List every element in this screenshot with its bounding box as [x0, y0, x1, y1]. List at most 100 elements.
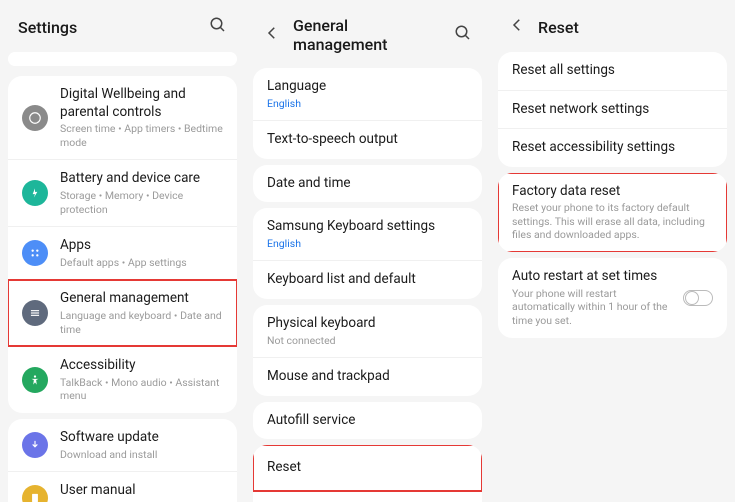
- item-title: Battery and device care: [60, 170, 223, 188]
- page-title: General management: [293, 16, 444, 54]
- item-mouse-trackpad[interactable]: Mouse and trackpad: [253, 358, 482, 396]
- item-title: Reset accessibility settings: [512, 139, 713, 157]
- item-date-time[interactable]: Date and time: [253, 165, 482, 203]
- item-sub: Not connected: [267, 334, 468, 348]
- item-sub: English: [267, 237, 468, 251]
- item-title: Factory data reset: [512, 183, 713, 201]
- panel-header: Settings: [6, 6, 239, 46]
- manual-icon: [22, 485, 48, 502]
- item-reset-accessibility[interactable]: Reset accessibility settings: [498, 129, 727, 167]
- item-title: Auto restart at set times: [512, 268, 671, 286]
- item-title: Keyboard list and default: [267, 271, 468, 289]
- item-sub: Reset your phone to its factory default …: [512, 201, 713, 242]
- item-text: Autofill service: [267, 412, 468, 430]
- item-title: Reset: [267, 459, 468, 477]
- item-text: Physical keyboard Not connected: [267, 315, 468, 347]
- accessibility-icon: [22, 367, 48, 393]
- item-text: Reset network settings: [512, 101, 713, 119]
- apps-icon: [22, 240, 48, 266]
- auto-restart-toggle[interactable]: [683, 290, 713, 306]
- search-placeholder-card: [8, 52, 237, 66]
- item-text: Apps Default apps • App settings: [60, 237, 223, 269]
- panel-header: Reset: [496, 6, 729, 46]
- item-sub: Download and install: [60, 448, 223, 462]
- item-title: Physical keyboard: [267, 315, 468, 333]
- item-sub: TalkBack • Mono audio • Assistant menu: [60, 376, 223, 403]
- item-reset[interactable]: Reset: [253, 445, 482, 492]
- page-title: Reset: [538, 18, 717, 37]
- item-sub: Language and keyboard • Date and time: [60, 309, 223, 336]
- item-title: Language: [267, 78, 468, 96]
- search-icon[interactable]: [454, 24, 472, 46]
- reset-group-autorestart: Auto restart at set times Your phone wil…: [498, 258, 727, 337]
- item-text: Mouse and trackpad: [267, 368, 468, 386]
- gm-group-autofill: Autofill service: [253, 402, 482, 440]
- item-battery[interactable]: Battery and device care Storage • Memory…: [8, 160, 237, 227]
- item-text: Reset accessibility settings: [512, 139, 713, 157]
- general-icon: [22, 300, 48, 326]
- wellbeing-icon: [22, 105, 48, 131]
- item-text: Digital Wellbeing and parental controls …: [60, 86, 223, 149]
- reset-group-factory: Factory data reset Reset your phone to i…: [498, 173, 727, 252]
- reset-group-1: Reset all settings Reset network setting…: [498, 52, 727, 167]
- item-reset-network[interactable]: Reset network settings: [498, 91, 727, 130]
- item-text: Language English: [267, 78, 468, 110]
- item-text: Keyboard list and default: [267, 271, 468, 289]
- update-icon: [22, 432, 48, 458]
- item-title: Autofill service: [267, 412, 468, 430]
- item-title: Apps: [60, 237, 223, 255]
- item-title: Reset all settings: [512, 62, 713, 80]
- item-tts[interactable]: Text-to-speech output: [253, 121, 482, 159]
- item-title: Software update: [60, 429, 223, 447]
- item-title: Accessibility: [60, 357, 223, 375]
- search-icon[interactable]: [209, 16, 227, 38]
- item-keyboard-list[interactable]: Keyboard list and default: [253, 261, 482, 299]
- item-title: Digital Wellbeing and parental controls: [60, 86, 223, 121]
- item-sub: Screen time • App timers • Bedtime mode: [60, 122, 223, 149]
- item-text: Accessibility TalkBack • Mono audio • As…: [60, 357, 223, 403]
- item-apps[interactable]: Apps Default apps • App settings: [8, 227, 237, 280]
- page-title: Settings: [18, 18, 199, 37]
- reset-panel: Reset Reset all settings Reset network s…: [490, 0, 735, 502]
- back-icon[interactable]: [508, 16, 526, 38]
- item-language[interactable]: Language English: [253, 68, 482, 121]
- item-title: User manual: [60, 482, 223, 500]
- item-sub: Storage • Memory • Device protection: [60, 189, 223, 216]
- back-icon[interactable]: [263, 24, 281, 46]
- item-text: Date and time: [267, 175, 468, 193]
- general-management-panel: General management Language English Text…: [245, 0, 490, 502]
- item-text: General management Language and keyboard…: [60, 290, 223, 336]
- item-text: Reset: [267, 459, 468, 477]
- gm-group-language: Language English Text-to-speech output: [253, 68, 482, 159]
- item-text: Battery and device care Storage • Memory…: [60, 170, 223, 216]
- item-text: Text-to-speech output: [267, 131, 468, 149]
- item-text: Reset all settings: [512, 62, 713, 80]
- item-general-management[interactable]: General management Language and keyboard…: [8, 280, 237, 347]
- item-auto-restart[interactable]: Auto restart at set times Your phone wil…: [498, 258, 727, 337]
- item-title: Samsung Keyboard settings: [267, 218, 468, 236]
- item-title: General management: [60, 290, 223, 308]
- gm-group-date: Date and time: [253, 165, 482, 203]
- item-reset-all-settings[interactable]: Reset all settings: [498, 52, 727, 91]
- item-physical-keyboard[interactable]: Physical keyboard Not connected: [253, 305, 482, 358]
- gm-group-physical: Physical keyboard Not connected Mouse an…: [253, 305, 482, 396]
- item-autofill[interactable]: Autofill service: [253, 402, 482, 440]
- item-text: Software update Download and install: [60, 429, 223, 461]
- settings-group-2: Software update Download and install Use…: [8, 419, 237, 502]
- item-software-update[interactable]: Software update Download and install: [8, 419, 237, 472]
- item-factory-reset[interactable]: Factory data reset Reset your phone to i…: [498, 173, 727, 252]
- item-text: Auto restart at set times Your phone wil…: [512, 268, 671, 327]
- item-samsung-keyboard[interactable]: Samsung Keyboard settings English: [253, 208, 482, 261]
- item-sub: Default apps • App settings: [60, 256, 223, 270]
- item-contact-us[interactable]: Contact us: [253, 492, 482, 502]
- panel-header: General management: [251, 6, 484, 62]
- item-text: Samsung Keyboard settings English: [267, 218, 468, 250]
- item-sub: English: [267, 97, 468, 111]
- item-title: Reset network settings: [512, 101, 713, 119]
- gm-group-keyboard: Samsung Keyboard settings English Keyboa…: [253, 208, 482, 299]
- item-user-manual[interactable]: User manual User manual: [8, 472, 237, 502]
- item-wellbeing[interactable]: Digital Wellbeing and parental controls …: [8, 76, 237, 160]
- item-accessibility[interactable]: Accessibility TalkBack • Mono audio • As…: [8, 347, 237, 413]
- item-title: Date and time: [267, 175, 468, 193]
- battery-icon: [22, 180, 48, 206]
